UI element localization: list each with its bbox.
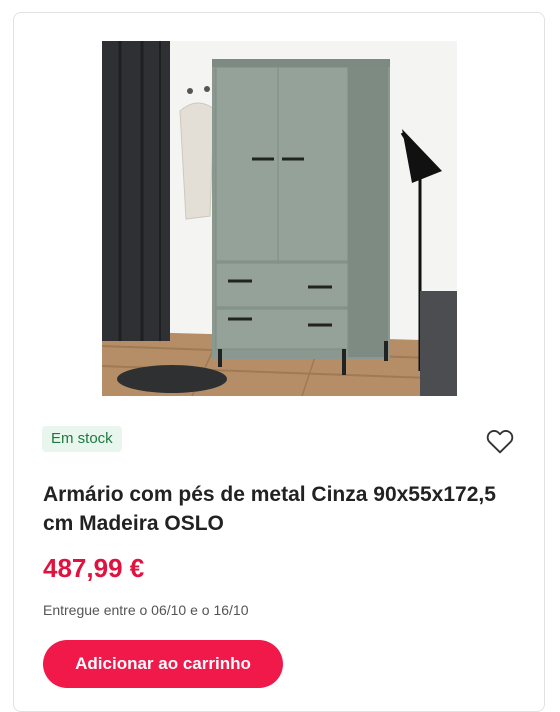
product-title[interactable]: Armário com pés de metal Cinza 90x55x172… (43, 480, 503, 538)
add-to-cart-button[interactable]: Adicionar ao carrinho (43, 640, 283, 688)
delivery-estimate: Entregue entre o 06/10 e o 16/10 (43, 602, 249, 618)
heart-outline-icon (486, 430, 514, 454)
product-price: 487,99 € (43, 553, 145, 583)
wardrobe-photo (102, 41, 457, 396)
product-image[interactable] (102, 41, 457, 396)
stock-badge: Em stock (42, 426, 122, 452)
wishlist-button[interactable] (484, 425, 516, 457)
